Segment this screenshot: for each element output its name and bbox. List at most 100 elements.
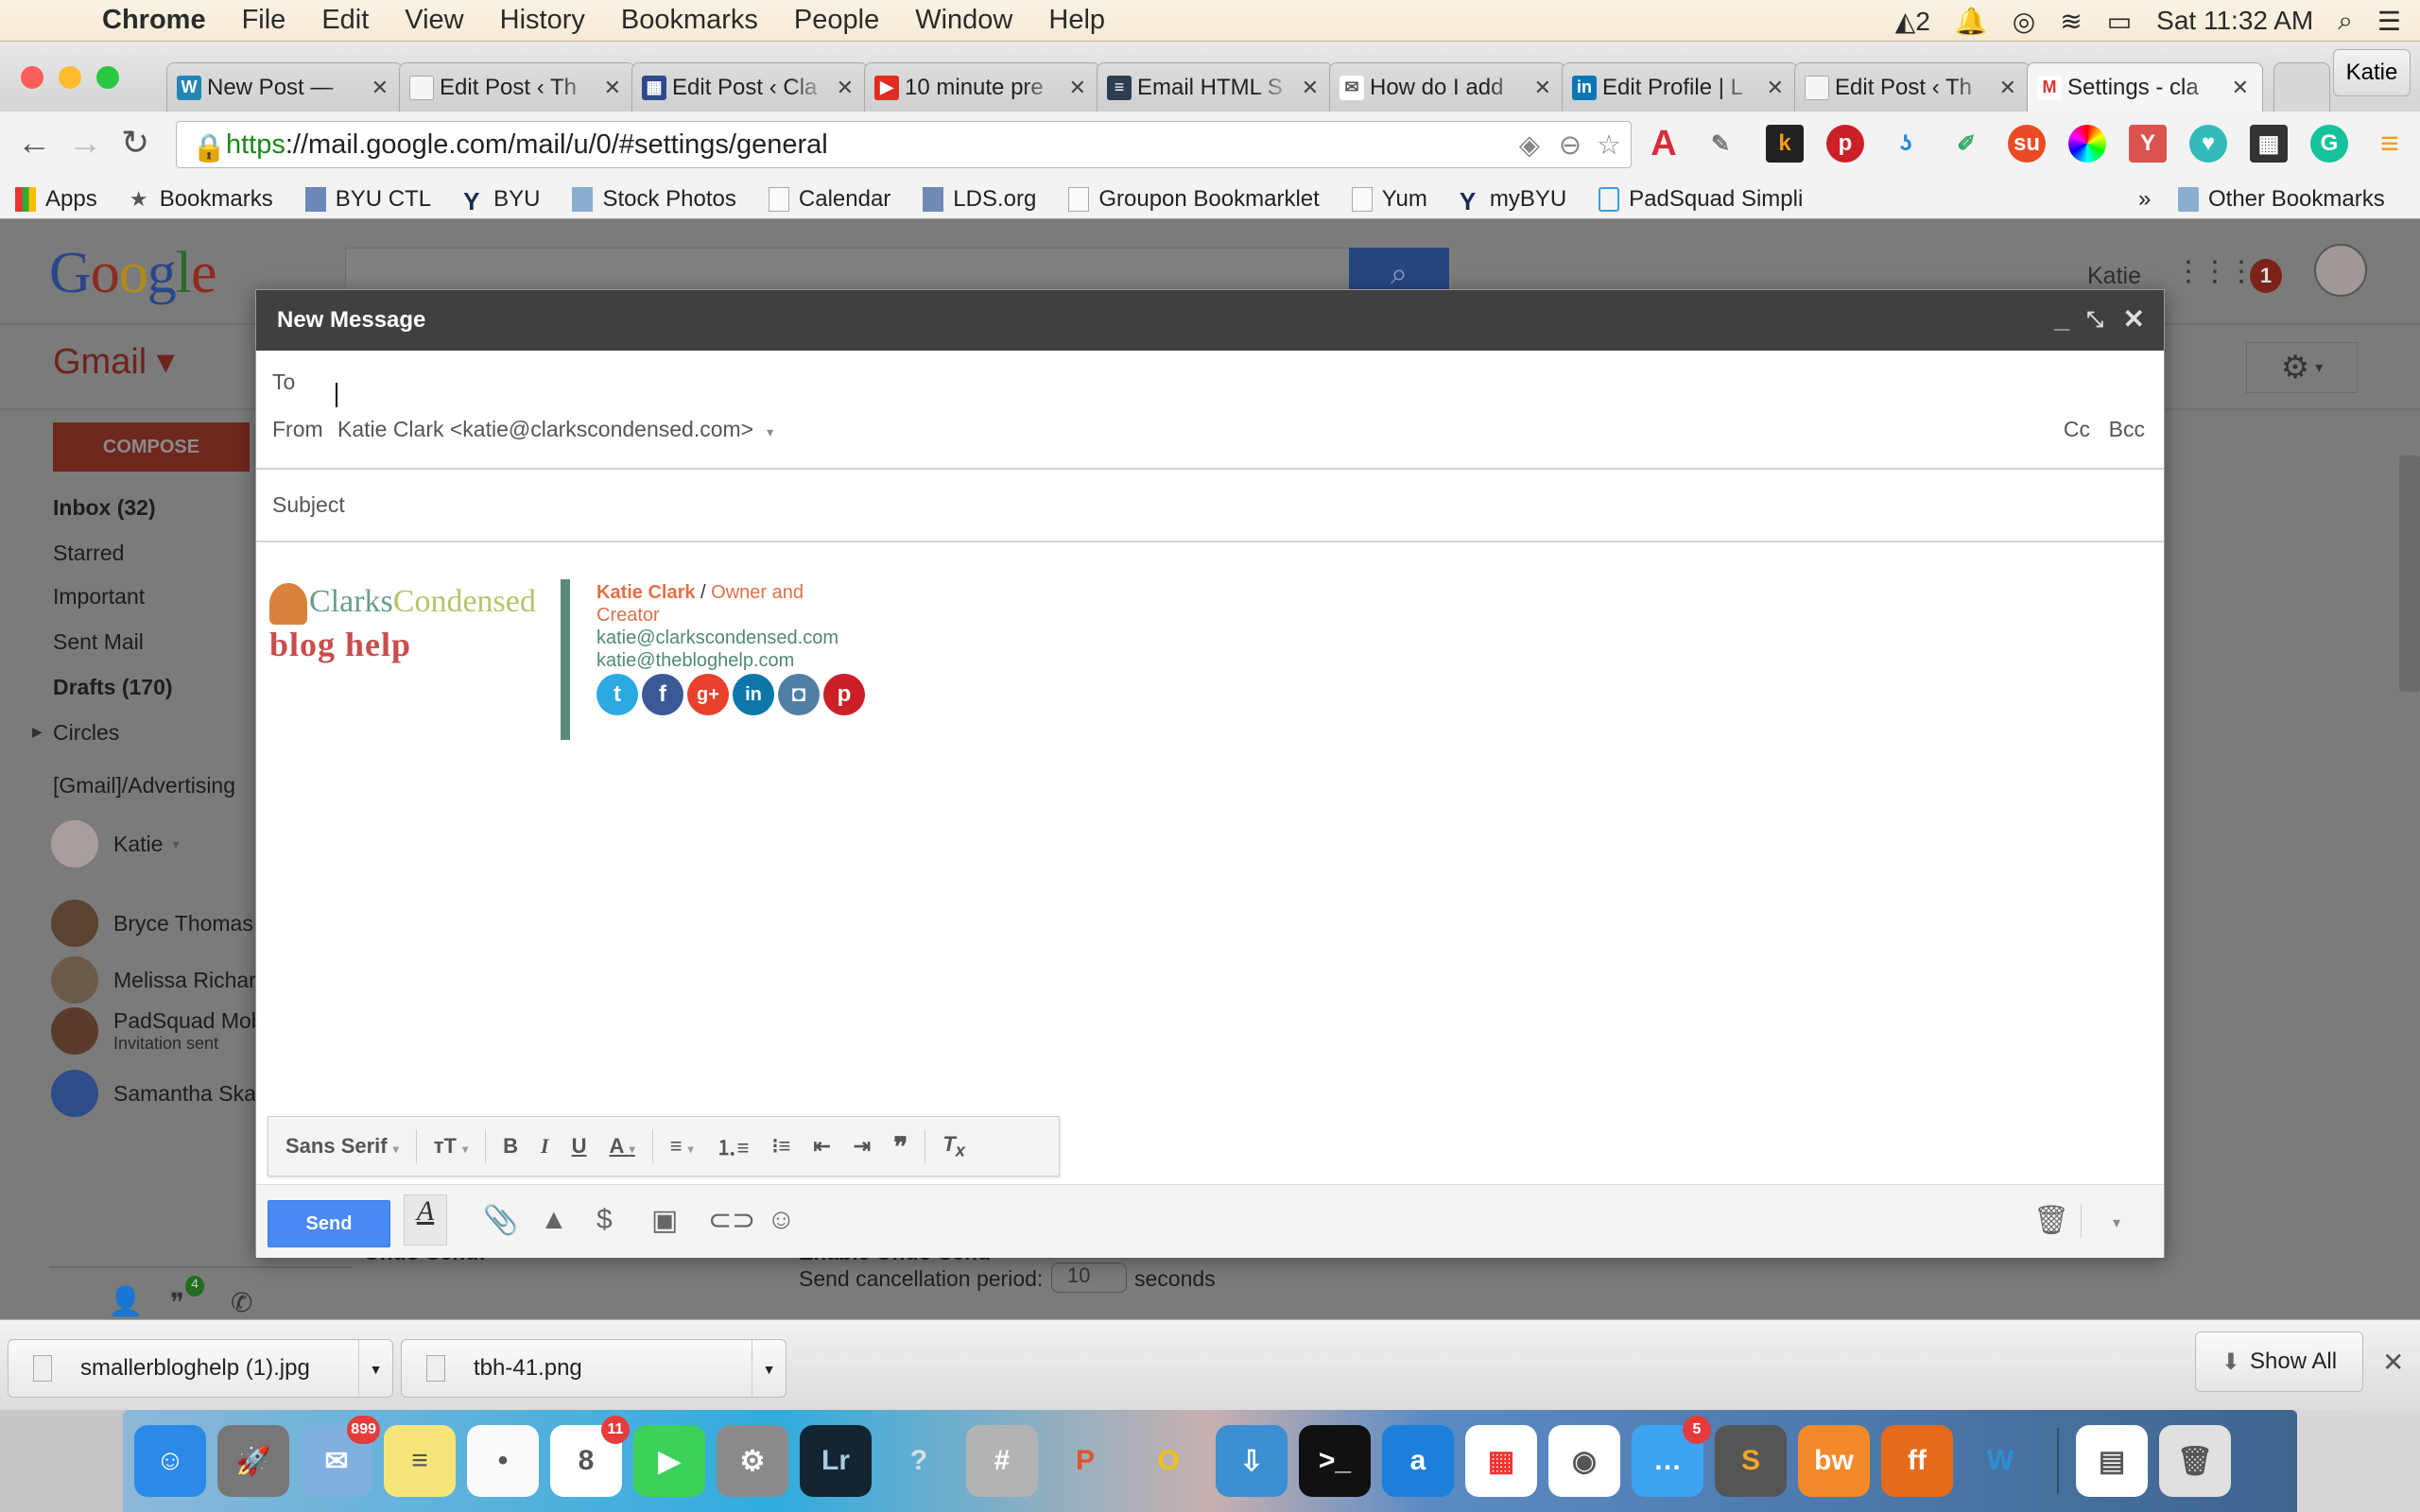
menu-app-name[interactable]: Chrome xyxy=(102,5,206,36)
dock-word-icon[interactable]: W xyxy=(1964,1425,2036,1497)
send-button[interactable]: Send xyxy=(268,1200,390,1247)
close-downloads-bar-icon[interactable]: ✕ xyxy=(2382,1347,2404,1378)
google-apps-grid-icon[interactable]: ⋮⋮⋮ xyxy=(2174,255,2256,288)
window-minimize-button[interactable] xyxy=(59,66,81,89)
nav-inbox[interactable]: Inbox (32) xyxy=(53,495,156,521)
menu-file[interactable]: File xyxy=(242,5,286,36)
dock-notes-icon[interactable]: ≡ xyxy=(384,1425,456,1497)
window-zoom-button[interactable] xyxy=(96,66,119,89)
dock-outlook-icon[interactable]: O xyxy=(1132,1425,1204,1497)
close-icon[interactable]: ✕ xyxy=(2123,303,2145,335)
grammarly-extension-icon[interactable]: G xyxy=(2310,125,2348,163)
hangouts-chat-icon[interactable]: ❞ xyxy=(170,1287,184,1318)
dock-facetime-icon[interactable]: ▶ xyxy=(633,1425,705,1497)
new-tab-button[interactable] xyxy=(2273,62,2330,112)
page-scrollbar[interactable] xyxy=(2399,455,2420,692)
nav-advertising[interactable]: [Gmail]/Advertising xyxy=(53,773,235,799)
bookmark-item[interactable]: Apps xyxy=(15,186,97,213)
menu-view[interactable]: View xyxy=(405,5,463,36)
indent-more-icon[interactable]: ⇥ xyxy=(854,1134,871,1159)
bookmark-item[interactable]: Stock Photos xyxy=(572,186,736,213)
other-bookmarks-folder[interactable]: Other Bookmarks xyxy=(2178,186,2385,213)
tab[interactable]: Edit Post ‹ Th ✕ xyxy=(399,62,635,112)
notifications-badge[interactable]: 1 xyxy=(2250,259,2282,293)
facebook-icon[interactable]: f xyxy=(642,674,683,715)
profile-button[interactable]: Katie xyxy=(2333,49,2411,96)
menu-edit[interactable]: Edit xyxy=(321,5,369,36)
dock-network-utility-icon[interactable]: ⇩ xyxy=(1216,1425,1288,1497)
hangouts-me[interactable]: Katie ▾ xyxy=(51,820,179,868)
address-bar[interactable]: 🔒 https://mail.google.com/mail/u/0/#sett… xyxy=(176,121,1632,168)
close-tab-icon[interactable]: ✕ xyxy=(1534,76,1551,100)
clipper-extension-icon[interactable]: ✎ xyxy=(1702,125,1739,163)
dock-amazon-cloud-drive-icon[interactable]: a xyxy=(1382,1425,1454,1497)
chrome-menu-icon[interactable]: ≡ xyxy=(2371,125,2409,163)
hangouts-contact[interactable]: PadSquad Mobile Invitation sent xyxy=(51,1007,285,1055)
dock-unknown-app-icon[interactable]: ? xyxy=(883,1425,955,1497)
extension-diamond-icon[interactable]: ◈ xyxy=(1519,129,1540,162)
menu-bookmarks[interactable]: Bookmarks xyxy=(621,5,758,36)
close-tab-icon[interactable]: ✕ xyxy=(372,76,389,100)
battery-icon[interactable]: ▭ xyxy=(2107,6,2132,37)
klout-extension-icon[interactable]: k xyxy=(1766,125,1804,163)
close-tab-icon[interactable]: ✕ xyxy=(1767,76,1784,100)
hangouts-contact[interactable]: Melissa Richards xyxy=(51,956,279,1004)
notification-bell-icon[interactable]: 🔔 xyxy=(1955,6,1988,37)
dock-bookwright-doc-icon[interactable]: ▤ xyxy=(2076,1425,2148,1497)
hangouts-contact[interactable]: Bryce Thomas xyxy=(51,900,253,947)
bookmark-item[interactable]: Yum xyxy=(1351,186,1427,213)
bulleted-list-icon[interactable]: ⁝≡ xyxy=(772,1134,791,1159)
instagram-icon[interactable]: ◘ xyxy=(778,674,820,715)
tab[interactable]: in Edit Profile | L ✕ xyxy=(1562,62,1798,112)
zoom-icon[interactable]: ⊖ xyxy=(1559,129,1582,162)
text-color-icon[interactable]: A ▾ xyxy=(609,1134,634,1159)
insert-photo-icon[interactable]: ▣ xyxy=(651,1204,678,1237)
film-extension-icon[interactable]: ▦ xyxy=(2250,125,2288,163)
stumbleupon-extension-icon[interactable]: su xyxy=(2008,125,2046,163)
minimize-icon[interactable]: _ xyxy=(2054,303,2069,334)
google-plus-icon[interactable]: g+ xyxy=(687,674,729,715)
insert-link-icon[interactable]: ⊂⊃ xyxy=(708,1204,755,1237)
dock-launchpad-icon[interactable]: 🚀 xyxy=(217,1425,289,1497)
remove-formatting-icon[interactable]: Tx xyxy=(942,1132,965,1160)
close-tab-icon[interactable]: ✕ xyxy=(604,76,621,100)
contacts-person-icon[interactable]: 👤 xyxy=(108,1285,143,1318)
dock-calculator-icon[interactable]: # xyxy=(966,1425,1038,1497)
bookmark-item[interactable]: LDS.org xyxy=(923,186,1036,213)
dock-bookwright-icon[interactable]: bw xyxy=(1798,1425,1870,1497)
from-select[interactable]: Katie Clark <katie@clarkscondensed.com> ▾ xyxy=(337,417,773,442)
menu-window[interactable]: Window xyxy=(915,5,1012,36)
tab[interactable]: ▶ 10 minute pre ✕ xyxy=(864,62,1100,112)
attach-file-icon[interactable]: 📎 xyxy=(483,1204,518,1237)
subject-field[interactable]: Subject xyxy=(256,492,2164,530)
expand-circles-icon[interactable]: ▶ xyxy=(32,724,43,740)
reload-button[interactable]: ↻ xyxy=(121,123,149,163)
menu-people[interactable]: People xyxy=(794,5,879,36)
underline-icon[interactable]: U xyxy=(572,1134,587,1159)
bookmark-item[interactable]: Y BYU xyxy=(463,186,540,215)
close-tab-icon[interactable]: ✕ xyxy=(1069,76,1086,100)
compose-button[interactable]: COMPOSE xyxy=(53,422,250,472)
notification-center-icon[interactable]: ☰ xyxy=(2377,6,2401,37)
discard-draft-trash-icon[interactable]: 🗑 xyxy=(2033,1204,2069,1237)
tab[interactable]: ▦ Edit Post ‹ Cla ✕ xyxy=(631,62,868,112)
bookmark-item[interactable]: PadSquad Simpli xyxy=(1599,186,1803,213)
formatting-options-icon[interactable]: A xyxy=(404,1194,447,1246)
indent-less-icon[interactable]: ⇤ xyxy=(813,1134,830,1159)
send-money-icon[interactable]: $ xyxy=(596,1204,613,1236)
bookmark-item[interactable]: ★ Bookmarks xyxy=(130,186,273,213)
subject-input[interactable]: Subject xyxy=(272,492,345,518)
more-options-chevron-icon[interactable]: ▾ xyxy=(2113,1213,2120,1232)
emoji-icon[interactable]: ☺ xyxy=(767,1204,796,1236)
phone-icon[interactable]: ✆ xyxy=(231,1287,252,1318)
tab[interactable]: Edit Post ‹ Th ✕ xyxy=(1794,62,2031,112)
to-field[interactable]: To xyxy=(256,369,2164,407)
tab[interactable]: M Settings - cla ✕ xyxy=(2027,62,2263,112)
forward-button[interactable]: → xyxy=(68,123,102,163)
dock-messages-icon[interactable]: … 5 xyxy=(1632,1416,1711,1497)
google-drive-icon[interactable]: ▲ xyxy=(540,1204,568,1236)
numbered-list-icon[interactable]: ⒈≡ xyxy=(717,1131,750,1161)
dock-finder-icon[interactable]: ☺ xyxy=(134,1425,206,1497)
clock[interactable]: Sat 11:32 AM xyxy=(2156,6,2313,36)
dock-mail-icon[interactable]: ✉ 899 xyxy=(301,1416,380,1497)
